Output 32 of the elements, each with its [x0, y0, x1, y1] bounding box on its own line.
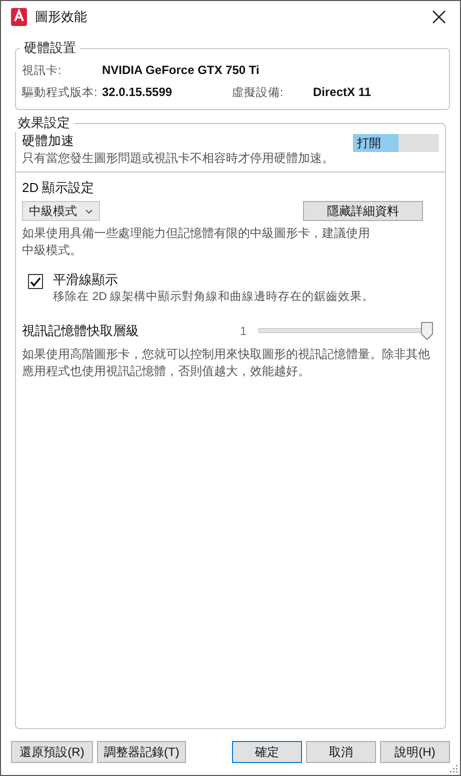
setting-description: 移除在 2D 線架構中顯示對角線和曲線邊時存在的鋸齒效果。 — [53, 290, 376, 305]
checkbox[interactable] — [28, 274, 43, 289]
resize-grip-icon[interactable] — [450, 765, 458, 773]
hide-details-button[interactable]: 隱藏詳細資料 — [303, 201, 423, 221]
slider-thumb[interactable] — [421, 322, 433, 340]
field-value: NVIDIA GeForce GTX 750 Ti — [102, 63, 260, 77]
dialog-button[interactable]: 說明(H) — [380, 741, 450, 763]
field-label: 視訊卡: — [22, 64, 62, 78]
setting-title: 硬體加速 — [22, 132, 75, 150]
setting-title: 2D 顯示設定 — [21, 179, 96, 197]
field-value: DirectX 11 — [313, 85, 372, 99]
setting-description: 如果使用具備一些處理能力但記憶體有限的中級圖形卡，建議使用中級模式。 — [21, 225, 371, 259]
dialog-button[interactable]: 調整器記錄(T) — [97, 741, 186, 763]
group-title: 硬體設置 — [23, 39, 77, 57]
dialog-button[interactable]: 取消 — [306, 741, 376, 763]
mode-dropdown[interactable]: 中級模式 — [22, 201, 100, 221]
window-title: 圖形效能 — [35, 8, 88, 26]
field-label: 虛擬設備: — [232, 86, 284, 100]
toggle-switch[interactable]: 打開 — [353, 134, 439, 152]
setting-description: 如果使用高階圖形卡，您就可以控制用來快取圖形的視訊記憶體量。除非其他應用程式也使用視訊記憶體，否則值越大，效能越好。 — [21, 346, 431, 380]
field-value: 32.0.15.5599 — [102, 85, 174, 99]
slider-value: 1 — [240, 324, 248, 338]
group-title: 效果設定 — [17, 114, 71, 132]
setting-title: 視訊記憶體快取層級 — [22, 322, 140, 340]
app-logo-icon — [11, 8, 27, 26]
dialog-button[interactable]: 確定 — [232, 741, 302, 763]
setting-description: 只有當您發生圖形問題或視訊卡不相容時才停用硬體加速。 — [22, 150, 335, 167]
close-icon[interactable] — [432, 10, 446, 24]
checkbox-label: 平滑線顯示 — [53, 271, 119, 289]
field-label: 驅動程式版本: — [22, 86, 98, 100]
chevron-icon — [85, 208, 93, 214]
dialog-button[interactable]: 還原預設(R) — [11, 741, 93, 763]
